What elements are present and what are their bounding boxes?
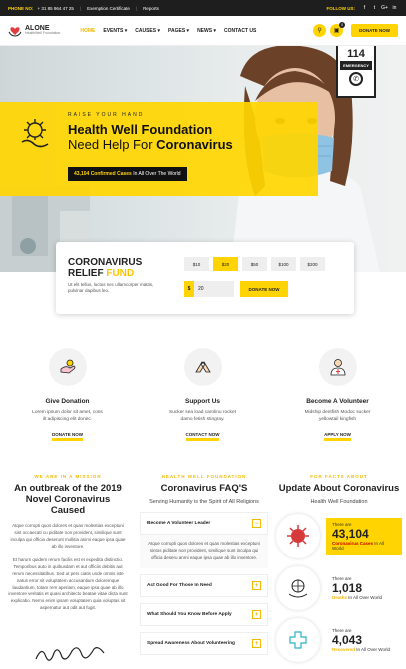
faq-item-spread-awareness[interactable]: Spread Awareness About Volunteering + [140,632,268,656]
mission-heading: An outbreak of the 2019 Novel Coronaviru… [14,483,122,516]
amount-option-50[interactable]: $50 [242,257,267,271]
nav-causes[interactable]: CAUSES ▾ [135,28,160,34]
facts-subtitle: Health Well Foundation [310,498,368,505]
minus-icon[interactable]: − [252,519,261,529]
feature-title: Support Us [184,398,221,405]
header-donate-button[interactable]: DONATE NOW [351,24,398,37]
virus-hand-icon [21,119,49,148]
contact-now-link[interactable]: CONTACT NOW [185,433,220,441]
faq-section: HEALTH WELL FOUNDATION Coronavirus FAQ'S… [140,474,268,656]
confirmed-count: 43,104 [74,171,90,177]
faq-item-act-good[interactable]: Act Good For Those In Need + [140,574,268,598]
hero-banner: RAISE YOUR HAND Health Well Foundation N… [0,46,406,272]
feature-become-volunteer: Become A Volunteer Midship dentfish Modo… [270,348,405,441]
medical-hand-icon [276,618,320,663]
features-row: Give Donation Lorem ipsum dolor sit amet… [0,348,406,441]
feature-desc: Midship dentfish Modoc sucker yellowtail… [304,410,371,423]
faq-item-volunteer-leader[interactable]: Become A Volunteer Leader − [140,512,268,536]
relief-description: Ut elit tellus, luctus nec ullamcorper m… [68,282,154,294]
amount-option-20[interactable]: $20 [213,257,238,271]
signature-image [35,647,105,661]
globe-hands-icon [276,566,320,611]
facts-kicker: FOR FACTS ABOUT [310,474,368,479]
hero-subtitle-highlight: Coronavirus [156,137,233,152]
faq-heading: Coronavirus FAQ'S [160,483,248,494]
relief-fund-card: CORONAVIRUS RELIEF FUND Ut elit tellus, … [56,242,354,314]
plus-icon[interactable]: + [252,639,261,649]
amount-value[interactable]: 20 [194,286,204,292]
stat-cases: There are 43,104 Coronavirus Cases In Al… [276,514,402,559]
feature-title: Become A Volunteer [306,398,369,405]
search-icon[interactable]: ⚲ [313,24,327,37]
apply-now-link[interactable]: APPLY NOW [324,433,351,441]
amount-option-100[interactable]: $100 [271,257,296,271]
facts-heading: Update About Coronavirus [278,483,400,494]
nav-home[interactable]: HOME [80,28,95,34]
nav-pages[interactable]: PAGES ▾ [168,28,189,34]
stat-deaths: There are 1,018 Deaths In All Over World [276,566,402,611]
follow-label: FOLLOW US: [326,5,356,11]
virus-icon [276,514,320,559]
mission-paragraph-2: Et harum quidem rerum facilis est et exp… [8,556,128,611]
cart-icon[interactable]: ▣ 0 [330,22,346,37]
stat-number: 1,018 [332,581,363,596]
mission-section: WE ARE IN A MISSION An outbreak of the 2… [8,474,128,612]
google-plus-icon[interactable]: G+ [381,5,388,11]
hero-subtitle: Need Help For Coronavirus [68,137,233,152]
cart-count-badge: 0 [339,22,346,28]
plus-icon[interactable]: + [252,610,261,620]
feature-title: Give Donation [45,398,90,405]
volunteer-icon [318,348,357,386]
faq-kicker: HEALTH WELL FOUNDATION [161,474,247,479]
custom-amount-input[interactable]: $ 20 [184,281,234,297]
main-header: ALONE HealthWell Foundation HOME EVENTS … [0,16,406,46]
faq-item-before-apply[interactable]: What Should You Know Before Apply + [140,603,268,627]
nav-events[interactable]: EVENTS ▾ [103,28,127,34]
feature-desc: Sucker sea load carolinu rocket damo fet… [169,410,236,423]
stat-number: 4,043 [332,633,363,648]
mission-paragraph-1: Atque corrupti quos dolores et quas mole… [10,522,126,549]
top-bar: PHONE NO: + 31 85 964 47 25 | Exemption … [0,0,406,16]
nav-contact[interactable]: CONTACT US [224,28,256,34]
exemption-link[interactable]: Exemption Certificate [87,6,130,11]
hero-title: Health Well Foundation [68,122,213,137]
stat-number: 43,104 [332,526,369,541]
donate-now-link[interactable]: DONATE NOW [52,433,83,441]
stat-recovered: There are 4,043 Recovered In All Over Wo… [276,618,402,663]
plus-icon[interactable]: + [252,581,261,591]
confirmed-cases-pill: 43,104 Confirmed Cases In All Over The W… [68,167,187,181]
logo-hands-heart-icon [8,26,22,37]
emergency-label: EMERGENCY [340,61,372,70]
amount-options: $10 $20 $50 $100 $200 [184,257,325,271]
emergency-number: 114 [347,48,365,60]
amount-option-200[interactable]: $200 [300,257,325,271]
nav-news[interactable]: NEWS ▾ [197,28,216,34]
feature-give-donation: Give Donation Lorem ipsum dolor sit amet… [0,348,135,441]
emergency-badge[interactable]: 114 EMERGENCY ✆ [336,46,376,98]
hero-kicker: RAISE YOUR HAND [68,112,145,118]
feature-desc: Lorem ipsum dolor sit amet, cons ilt adi… [32,410,103,423]
amount-option-10[interactable]: $10 [184,257,209,271]
mission-kicker: WE ARE IN A MISSION [34,474,102,479]
relief-donate-button[interactable]: DONATE NOW [240,281,288,297]
reports-link[interactable]: Reports [143,6,159,11]
currency-symbol: $ [184,281,194,297]
twitter-icon[interactable]: t [371,5,378,11]
phone-label: PHONE NO: [8,5,34,11]
logo-subtitle: HealthWell Foundation [25,31,61,36]
phone-number[interactable]: + 31 85 964 47 25 [38,6,74,11]
linkedin-icon[interactable]: in [391,5,398,11]
logo[interactable]: ALONE HealthWell Foundation [8,25,60,37]
feature-support-us: Support Us Sucker sea load carolinu rock… [135,348,270,441]
support-hands-icon [183,348,222,386]
facts-section: FOR FACTS ABOUT Update About Coronavirus… [276,474,402,663]
phone-icon: ✆ [349,72,363,86]
donation-icon [48,348,87,386]
faq-answer: Atque corrupti quos dolores et quas mole… [140,535,268,569]
main-nav: HOME EVENTS ▾ CAUSES ▾ PAGES ▾ NEWS ▾ CO… [80,28,256,34]
facebook-icon[interactable]: f [361,5,368,11]
faq-subtitle: Serving Humanity is the Spirit of All Re… [149,498,259,505]
relief-title: CORONAVIRUS RELIEF FUND [68,257,143,279]
